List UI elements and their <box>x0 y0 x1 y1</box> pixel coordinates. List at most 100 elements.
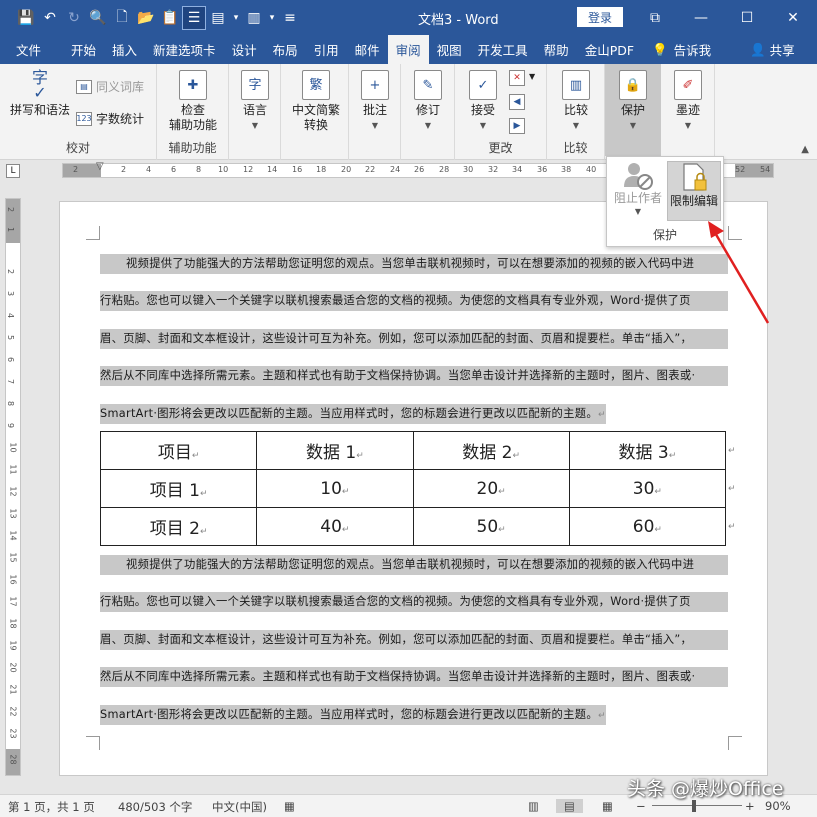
first-line-indent-marker[interactable]: ▽ <box>96 161 104 172</box>
ribbon: 字✓ 拼写和语法 ▤ 同义词库 123 字数统计 校对 ✚ 检查 辅助功能 辅助… <box>0 64 817 160</box>
login-button[interactable]: 登录 <box>577 7 623 27</box>
zoom-slider[interactable] <box>652 805 742 806</box>
table-cell[interactable]: 数据 3↵ <box>568 431 727 470</box>
minimize-icon[interactable]: — <box>678 0 724 35</box>
chinese-conversion-button[interactable]: 繁 中文简繁 转换 <box>287 70 345 133</box>
ribbon-display-options-icon[interactable]: ⧉ <box>632 0 678 35</box>
table-cell[interactable]: 数据 2↵ <box>412 431 570 470</box>
zoom-out-icon[interactable]: − <box>636 799 646 813</box>
save-icon[interactable]: 💾 <box>14 6 38 30</box>
zoom-slider-thumb[interactable] <box>692 800 696 812</box>
track-changes-button[interactable]: ✎ 修订 ▼ <box>410 70 446 133</box>
ink-button[interactable]: ✐ 墨迹 ▼ <box>670 70 706 133</box>
collapse-ribbon-icon[interactable]: ▲ <box>801 144 809 155</box>
table-cell[interactable]: 数据 1↵ <box>256 431 414 470</box>
redo-icon[interactable]: ↻ <box>62 6 86 30</box>
table-cell[interactable]: 项目 1↵ <box>99 469 258 508</box>
vruler-number: 3 <box>6 290 16 297</box>
table-cell[interactable]: 项目↵ <box>99 431 258 470</box>
columns-icon[interactable]: ▥ <box>242 6 266 30</box>
ruler-number: 38 <box>561 165 572 174</box>
vruler-number: 15 <box>8 552 18 563</box>
paste-icon[interactable]: 📋 <box>158 6 182 30</box>
table-cell[interactable]: 50↵ <box>412 507 570 546</box>
print-preview-icon[interactable]: 🔍 <box>86 6 110 30</box>
share-label: 共享 <box>769 43 795 58</box>
comments-button[interactable]: + 批注 ▼ <box>357 70 393 133</box>
tab-file[interactable]: 文件 <box>0 35 57 64</box>
table-cell[interactable]: 30↵ <box>568 469 727 508</box>
compare-button[interactable]: ▥ 比较 ▼ <box>558 70 594 133</box>
crop-mark <box>86 226 100 240</box>
restrict-editing-button[interactable]: 限制编辑 <box>667 161 721 221</box>
maximize-icon[interactable]: ☐ <box>724 0 770 35</box>
tab-review[interactable]: 审阅 <box>387 35 429 64</box>
web-layout-view-icon[interactable]: ▦ <box>602 799 613 813</box>
table-cell[interactable]: 60↵ <box>568 507 727 546</box>
table-dropdown-icon[interactable]: ▾ <box>230 6 242 30</box>
tab-mailings[interactable]: 邮件 <box>347 35 388 64</box>
share-button[interactable]: 👤 共享 <box>750 35 795 64</box>
tab-references[interactable]: 引用 <box>306 35 347 64</box>
undo-icon[interactable]: ↶ <box>38 6 62 30</box>
tab-kingsoft-pdf[interactable]: 金山PDF <box>577 35 642 64</box>
accept-button[interactable]: ✓ 接受 ▼ <box>465 70 501 133</box>
table-cell[interactable]: 20↵ <box>412 469 570 508</box>
lightbulb-icon: 💡 <box>652 41 668 57</box>
new-document-icon[interactable]: 🗋 <box>110 6 134 30</box>
text-line: 视频提供了功能强大的方法帮助您证明您的观点。当您单击联机视频时，可以在想要添加的… <box>100 555 728 575</box>
table-cell[interactable]: 40↵ <box>256 507 414 546</box>
columns-dropdown-icon[interactable]: ▾ <box>266 6 278 30</box>
paragraph-1[interactable]: 视频提供了功能强大的方法帮助您证明您的观点。当您单击联机视频时，可以在想要添加的… <box>100 254 728 444</box>
data-table[interactable]: 项目↵ 数据 1↵ 数据 2↵ 数据 3↵ 项目 1↵ 10↵ 20↵ 30↵ … <box>99 431 727 546</box>
tab-design[interactable]: 设计 <box>224 35 265 64</box>
next-change-icon[interactable]: ▶ <box>509 118 525 134</box>
open-folder-icon[interactable]: 📂 <box>134 6 158 30</box>
word-count-status[interactable]: 480/503 个字 <box>118 799 192 815</box>
vertical-ruler[interactable]: 2 1 2 3 4 5 6 7 8 9 10 11 12 13 14 15 16… <box>5 198 21 776</box>
text-line: 眉、页脚、封面和文本框设计，这些设计可互为补充。例如，您可以添加匹配的封面、页眉… <box>100 629 728 650</box>
zoom-in-icon[interactable]: + <box>745 799 755 813</box>
previous-change-icon[interactable]: ◀ <box>509 94 525 110</box>
macro-record-icon[interactable]: ▦ <box>284 799 295 813</box>
reject-icon[interactable]: ✕ <box>509 70 525 86</box>
read-mode-view-icon[interactable]: ▥ <box>528 799 539 813</box>
tab-new-tab[interactable]: 新建选项卡 <box>145 35 224 64</box>
table-cell[interactable]: 10↵ <box>256 469 414 508</box>
tell-me-search[interactable]: 💡 告诉我 <box>652 35 711 64</box>
accept-label: 接受 <box>470 103 495 117</box>
tab-insert[interactable]: 插入 <box>104 35 145 64</box>
block-authors-button[interactable]: 阻止作者 ▼ <box>611 161 665 221</box>
word-count-label: 字数统计 <box>96 112 145 126</box>
read-mode-icon[interactable]: ☰ <box>182 5 206 30</box>
tab-home[interactable]: 开始 <box>57 35 104 64</box>
word-count-button[interactable]: 123 字数统计 <box>76 110 144 127</box>
tracking-caret-icon: ▼ <box>424 121 432 130</box>
paragraph-2[interactable]: 视频提供了功能强大的方法帮助您证明您的观点。当您单击联机视频时，可以在想要添加的… <box>100 555 728 745</box>
compare-icon: ▥ <box>562 70 590 100</box>
tab-layout[interactable]: 布局 <box>265 35 306 64</box>
print-layout-view-icon[interactable]: ▤ <box>556 799 583 813</box>
check-accessibility-button[interactable]: ✚ 检查 辅助功能 <box>165 70 221 133</box>
protect-caret-icon: ▼ <box>629 121 637 130</box>
vruler-number: 2 <box>6 268 16 275</box>
tab-selector-icon[interactable]: L <box>6 164 20 178</box>
tab-help[interactable]: 帮助 <box>536 35 577 64</box>
tab-developer[interactable]: 开发工具 <box>470 35 536 64</box>
group-compare: ▥ 比较 ▼ 比较 <box>547 64 605 160</box>
language-button[interactable]: 字 语言 ▼ <box>237 70 273 133</box>
thesaurus-button[interactable]: ▤ 同义词库 <box>76 78 144 95</box>
group-proofing: 字✓ 拼写和语法 ▤ 同义词库 123 字数统计 校对 <box>0 64 157 160</box>
table-icon[interactable]: ▤ <box>206 6 230 30</box>
reject-caret-icon[interactable]: ▼ <box>529 72 535 81</box>
spelling-grammar-button[interactable]: 字✓ 拼写和语法 <box>8 70 72 118</box>
protect-label: 保护 <box>620 103 645 117</box>
page-count[interactable]: 第 1 页，共 1 页 <box>8 799 95 815</box>
protect-button[interactable]: 🔒 保护 ▼ <box>615 70 651 133</box>
zoom-level[interactable]: 90% <box>765 799 791 813</box>
table-cell[interactable]: 项目 2↵ <box>99 507 258 546</box>
tab-view[interactable]: 视图 <box>429 35 470 64</box>
customize-qat-icon[interactable]: ≡ <box>278 6 302 30</box>
close-icon[interactable]: ✕ <box>770 0 816 35</box>
language-status[interactable]: 中文(中国) <box>212 799 267 815</box>
